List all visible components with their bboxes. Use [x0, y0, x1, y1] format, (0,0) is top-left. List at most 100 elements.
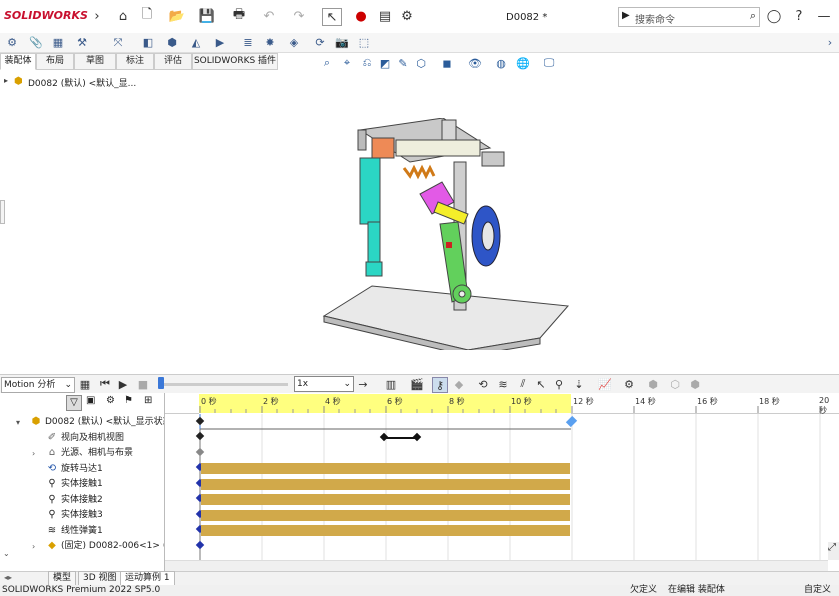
filter-driving-icon[interactable]: ⚙	[106, 395, 115, 406]
motion-properties-icon[interactable]: ⚙	[622, 377, 636, 391]
smart-fastener-icon[interactable]: ⚒	[74, 35, 90, 50]
search-input[interactable]: ▶ 搜索命令 ⌕	[618, 7, 760, 27]
tree-row-contact3[interactable]: ⚲ 实体接触3	[0, 508, 164, 523]
contact-icon[interactable]: ⚲	[552, 377, 566, 391]
instant3d-icon[interactable]: ◈	[286, 35, 302, 50]
options-gear-icon[interactable]: ⚙	[398, 8, 416, 24]
chevron-right-icon[interactable]: ›	[88, 8, 106, 24]
tab-sketch[interactable]: 草图	[74, 53, 116, 70]
update-speedpak-icon[interactable]: ⟳	[312, 35, 328, 50]
expand-arrow-icon[interactable]: ▸	[4, 76, 8, 85]
zoom-area-icon[interactable]: ⌖	[340, 56, 354, 70]
apply-scene-icon[interactable]: 🌐	[516, 56, 530, 70]
view-settings-icon[interactable]: 🖵	[542, 56, 556, 70]
display-style-icon[interactable]: ◼	[440, 56, 454, 70]
show-hidden-icon[interactable]: ◧	[140, 35, 156, 50]
view-orientation-icon[interactable]: ⬡	[414, 56, 428, 70]
tab-assembly[interactable]: 装配体	[0, 53, 36, 70]
scroll-tabs-left-icon[interactable]: ◂▸	[4, 573, 12, 582]
add-key-icon[interactable]: ◆	[452, 377, 466, 391]
reference-geometry-icon[interactable]: ◭	[188, 35, 204, 50]
filter-selected-icon[interactable]: ⚑	[124, 395, 133, 406]
playback-slider-track[interactable]	[160, 383, 288, 386]
help-icon[interactable]: ?	[790, 8, 808, 24]
zoom-to-fit-icon[interactable]: ⌕	[320, 56, 334, 70]
hide-show-items-icon[interactable]: 👁	[468, 56, 482, 70]
scroll-down-icon[interactable]: ⌄	[3, 549, 10, 558]
results-plots-icon[interactable]: 📈	[598, 377, 612, 391]
animation-wizard-icon[interactable]: 🎬	[410, 377, 424, 391]
tree-row-motor[interactable]: ⟲ 旋转马达1	[0, 462, 164, 477]
close-icon[interactable]: —	[815, 8, 833, 24]
assembly-model-view[interactable]	[318, 118, 578, 350]
timeline-bar-spring[interactable]	[201, 525, 570, 536]
playback-speed-select[interactable]: 1x ⌄	[294, 376, 354, 392]
panel-collapse-handle[interactable]	[0, 200, 5, 224]
save-icon[interactable]: 💾	[198, 8, 216, 24]
home-icon[interactable]: ⌂	[114, 8, 132, 24]
search-icon[interactable]: ⌕	[750, 9, 756, 23]
new-file-icon[interactable]: 🗋	[138, 7, 156, 24]
mate-icon[interactable]: 📎	[28, 35, 44, 50]
tab-evaluate[interactable]: 评估	[154, 53, 192, 70]
timeline-bar-contact2[interactable]	[201, 494, 570, 505]
tree-row-contact1[interactable]: ⚲ 实体接触1	[0, 477, 164, 492]
redo-icon[interactable]: ↷	[290, 8, 308, 24]
rebuild-icon[interactable]: ●	[352, 8, 370, 24]
animate-icon[interactable]: ⬡	[668, 377, 682, 391]
filter-animated-icon[interactable]: ▣	[86, 395, 95, 406]
calculate-icon[interactable]: ▦	[78, 377, 92, 391]
playback-slider-thumb[interactable]	[158, 377, 164, 389]
sensor-icon[interactable]: ⬢	[688, 377, 702, 391]
edit-appearance-icon[interactable]: ◍	[494, 56, 508, 70]
filter-results-icon[interactable]: ⊞	[144, 395, 152, 406]
large-assembly-icon[interactable]: ⬚	[356, 35, 372, 50]
tree-row-view-camera[interactable]: ✐ 视向及相机视图	[0, 431, 164, 446]
user-icon[interactable]: ◯	[765, 8, 783, 24]
custom-units[interactable]: 自定义	[804, 585, 831, 596]
expand-arrow-icon[interactable]: ›	[32, 446, 35, 461]
select-arrow-icon[interactable]: ↖	[322, 8, 342, 26]
stop-icon[interactable]: ■	[136, 377, 150, 391]
collapse-icon[interactable]: ⬢	[646, 377, 660, 391]
tab-model[interactable]: 模型	[48, 571, 77, 586]
chevron-icon[interactable]: ›	[822, 35, 838, 50]
feature-tree-root[interactable]: D0082 (默认) <默认_显...	[28, 76, 136, 89]
tree-row-lights[interactable]: › ⌂ 光源、相机与布景	[0, 446, 164, 461]
assembly-features-icon[interactable]: ⬢	[164, 35, 180, 50]
zoom-timeline-icon[interactable]: ⤢	[828, 542, 839, 560]
open-folder-icon[interactable]: 📂	[168, 8, 186, 24]
study-type-select[interactable]: Motion 分析 ⌄	[1, 377, 75, 393]
expand-arrow-icon[interactable]: ›	[32, 539, 35, 554]
tree-row-assembly[interactable]: ▾ ⬢ D0082 (默认) <默认_显示状态	[0, 415, 164, 430]
motor-icon[interactable]: ⟲	[476, 377, 490, 391]
snapshot-icon[interactable]: 📷	[334, 35, 350, 50]
tab-layout[interactable]: 布局	[36, 53, 74, 70]
undo-icon[interactable]: ↶	[260, 8, 278, 24]
section-view-icon[interactable]: ◩	[378, 56, 392, 70]
playback-mode-icon[interactable]: →	[356, 377, 370, 391]
tree-row-spring[interactable]: ≋ 线性弹簧1	[0, 524, 164, 539]
force-icon[interactable]: ↖	[534, 377, 548, 391]
print-icon[interactable]: 🖶	[230, 7, 248, 24]
tab-solidworks-addins[interactable]: SOLIDWORKS 插件	[192, 53, 278, 70]
tree-row-contact2[interactable]: ⚲ 实体接触2	[0, 493, 164, 508]
tab-motion-study-1[interactable]: 运动算例 1	[120, 571, 175, 586]
tab-markup[interactable]: 标注	[116, 53, 154, 70]
linear-pattern-icon[interactable]: ▦	[50, 35, 66, 50]
filter-icon[interactable]: ▽	[66, 395, 82, 411]
save-animation-icon[interactable]: ▥	[384, 377, 398, 391]
play-icon[interactable]: ▶	[116, 377, 130, 391]
bill-of-materials-icon[interactable]: ≣	[240, 35, 256, 50]
insert-component-icon[interactable]: ⚙	[4, 35, 20, 50]
dynamic-annotation-icon[interactable]: ✎	[396, 56, 410, 70]
timeline-bar-motor[interactable]	[201, 463, 570, 474]
autokey-icon[interactable]: ⚷	[432, 377, 448, 393]
gravity-icon[interactable]: ⇣	[572, 377, 586, 391]
previous-view-icon[interactable]: ⎌	[360, 56, 374, 70]
exploded-view-icon[interactable]: ✸	[262, 35, 278, 50]
file-properties-icon[interactable]: ▤	[376, 8, 394, 24]
timeline-bar-contact1[interactable]	[201, 479, 570, 490]
spring-icon[interactable]: ≋	[496, 377, 510, 391]
damper-icon[interactable]: ⫽	[516, 377, 530, 391]
